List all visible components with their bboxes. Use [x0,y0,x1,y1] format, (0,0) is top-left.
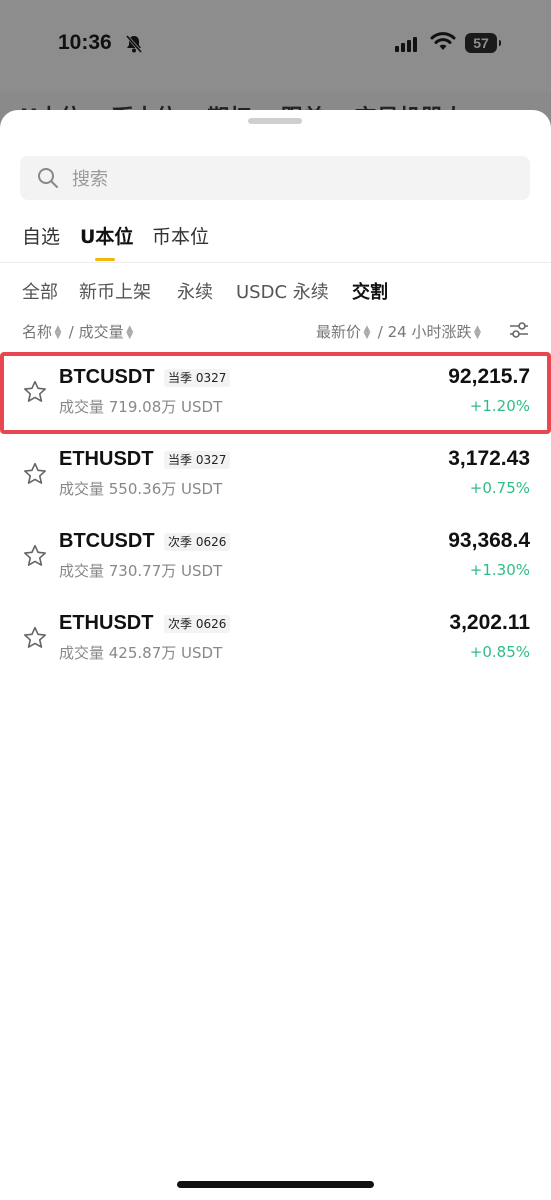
contract-row[interactable]: ETHUSDT 当季 0327 成交量 550.36万 USDT 3,172.4… [0,434,551,516]
last-price: 3,172.43 [448,447,530,470]
status-time: 10:36 [58,31,112,54]
column-name-label: 名称 [22,323,53,341]
contract-row[interactable]: BTCUSDT 次季 0626 成交量 730.77万 USDT 93,368.… [0,516,551,598]
price-change: +0.75% [469,479,530,497]
home-indicator[interactable] [177,1181,374,1188]
bell-muted-icon [124,34,144,58]
filter-new-listings[interactable]: 新币上架 [79,278,151,304]
contract-symbol: ETHUSDT [59,612,154,634]
column-price-label: 最新价 [316,323,362,341]
contract-volume: 成交量 719.08万 USDT [59,398,223,416]
contract-volume: 成交量 730.77万 USDT [59,562,223,580]
sort-last-price[interactable]: 最新价 ▲ ▼ [316,323,373,341]
sort-change[interactable]: 24 小时涨跌 ▲ ▼ [388,323,484,341]
status-bar: 10:36 57 U本位 币本位 期权 跟单 交易机器人 [0,0,551,120]
search-icon [37,167,59,193]
star-icon[interactable] [22,543,48,573]
wifi-icon [430,32,456,56]
sort-arrows-icon: ▲ ▼ [54,323,62,341]
filter-delivery[interactable]: 交割 [352,278,388,304]
last-price: 3,202.11 [449,611,530,634]
column-change-label: 24 小时涨跌 [387,323,472,341]
column-separator: / [377,323,383,341]
sort-name[interactable]: 名称 ▲ ▼ [22,323,64,341]
column-separator: / [68,323,74,341]
expiry-badge: 当季 0327 [164,451,231,469]
price-change: +1.20% [469,397,530,415]
tab-usdt-margined[interactable]: U本位 [80,222,133,249]
search-input[interactable] [70,156,514,202]
active-tab-indicator [95,258,115,261]
cell-signal-icon [395,36,421,56]
contract-symbol: BTCUSDT [59,530,155,552]
search-bar[interactable] [20,156,530,202]
sort-arrows-icon: ▲ ▼ [126,323,134,341]
sheet-grabber[interactable] [248,118,302,124]
expiry-badge: 当季 0327 [164,369,231,387]
market-picker-sheet: 自选 U本位 币本位 全部 新币上架 永续 USDC 永续 交割 名称▲▼ / … [0,110,551,1200]
sort-arrows-icon: ▲ ▼ [363,323,371,341]
contract-symbol: BTCUSDT [59,366,155,388]
battery-icon: 57 [465,33,501,53]
contract-row[interactable]: ETHUSDT 次季 0626 成交量 425.87万 USDT 3,202.1… [0,598,551,680]
star-icon[interactable] [22,461,48,491]
contract-volume: 成交量 550.36万 USDT [59,480,223,498]
price-change: +0.85% [469,643,530,661]
filter-usdc-perpetual[interactable]: USDC 永续 [236,278,329,304]
sort-arrows-icon: ▲ ▼ [474,323,481,341]
filter-perpetual[interactable]: 永续 [177,278,213,304]
column-header-right: 最新价 ▲ ▼ / 24 小时涨跌 ▲ ▼ [316,321,484,342]
star-icon[interactable] [22,379,48,409]
column-settings-icon[interactable] [508,320,530,344]
sort-volume[interactable]: 成交量 ▲ ▼ [79,323,136,341]
tabs-divider [0,262,551,263]
filter-all[interactable]: 全部 [22,278,58,304]
column-header-left: 名称 ▲ ▼ / 成交量 ▲ ▼ [22,321,136,342]
star-icon[interactable] [22,625,48,655]
price-change: +1.30% [469,561,530,579]
last-price: 92,215.7 [448,365,530,388]
last-price: 93,368.4 [448,529,530,552]
expiry-badge: 次季 0626 [164,615,231,633]
column-volume-label: 成交量 [78,323,124,341]
contract-symbol: ETHUSDT [59,448,154,470]
expiry-badge: 次季 0626 [164,533,231,551]
contract-volume: 成交量 425.87万 USDT [59,644,223,662]
tab-coin-margined[interactable]: 币本位 [152,222,209,249]
contract-row[interactable]: BTCUSDT 当季 0327 成交量 719.08万 USDT 92,215.… [0,352,551,434]
tab-favorites[interactable]: 自选 [22,222,60,249]
